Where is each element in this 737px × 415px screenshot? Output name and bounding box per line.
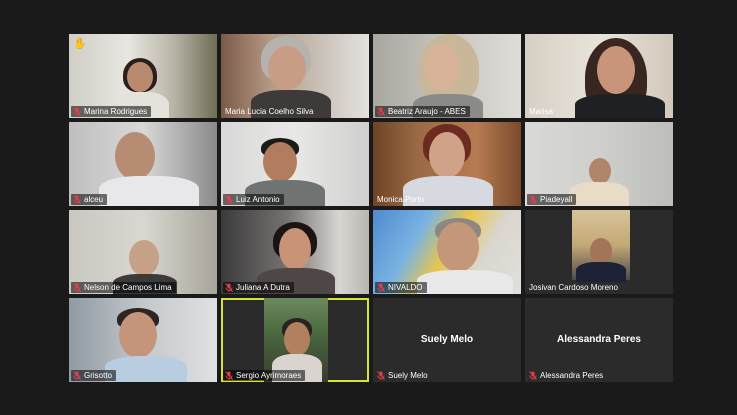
participant-nameplate: Sergio Ayrimoraes bbox=[223, 370, 306, 381]
participant-nameplate: Grisotto bbox=[71, 370, 117, 381]
participant-nameplate: Juliana A Dutra bbox=[223, 282, 294, 293]
video-tile-monica-porto[interactable]: Monica Porto bbox=[373, 122, 521, 206]
video-off-name: Suely Melo bbox=[420, 334, 474, 345]
video-tile-alessandra-peres[interactable]: Alessandra Peres Alessandra Peres bbox=[525, 298, 673, 382]
mic-muted-icon bbox=[73, 195, 81, 204]
participant-nameplate: NIVALDO bbox=[375, 282, 427, 293]
participant-name: Nelson de Campos Lima bbox=[84, 283, 172, 292]
video-tile-josivan[interactable]: Josivan Cardoso Moreno bbox=[525, 210, 673, 294]
gallery-grid: ✋ Marina Rodrigues Maria Lucia Coelho Si… bbox=[69, 34, 675, 382]
participant-name: Alessandra Peres bbox=[540, 371, 604, 380]
participant-name: Monica Porto bbox=[377, 195, 425, 204]
video-tile-juliana[interactable]: Juliana A Dutra bbox=[221, 210, 369, 294]
participant-name: Piadeyall bbox=[540, 195, 573, 204]
participant-name: alceu bbox=[84, 195, 104, 204]
participant-nameplate: Nelson de Campos Lima bbox=[71, 282, 176, 293]
video-tile-suely-melo[interactable]: Suely Melo Suely Melo bbox=[373, 298, 521, 382]
participant-nameplate: Josivan Cardoso Moreno bbox=[527, 282, 622, 293]
video-tile-nivaldo[interactable]: NIVALDO bbox=[373, 210, 521, 294]
mic-muted-icon bbox=[73, 283, 81, 292]
participant-name: Grisotto bbox=[84, 371, 113, 380]
participant-name: Maria Lucia Coelho Silva bbox=[225, 107, 314, 116]
participant-name: Marisa bbox=[529, 107, 554, 116]
video-tile-piadeyall[interactable]: Piadeyall bbox=[525, 122, 673, 206]
participant-name: NIVALDO bbox=[388, 283, 423, 292]
video-frame bbox=[572, 210, 630, 282]
participant-nameplate: Marina Rodrigues bbox=[71, 106, 152, 117]
video-tile-marina-rodrigues[interactable]: ✋ Marina Rodrigues bbox=[69, 34, 217, 118]
mic-muted-icon bbox=[225, 283, 233, 292]
video-tile-alceu[interactable]: alceu bbox=[69, 122, 217, 206]
mic-muted-icon bbox=[377, 283, 385, 292]
video-tile-beatriz-araujo[interactable]: Beatriz Araujo - ABES bbox=[373, 34, 521, 118]
participant-name: Juliana A Dutra bbox=[236, 283, 290, 292]
participant-name: Luiz Antonio bbox=[236, 195, 280, 204]
participant-nameplate: Alessandra Peres bbox=[527, 370, 607, 381]
mic-muted-icon bbox=[529, 195, 537, 204]
participant-nameplate: Maria Lucia Coelho Silva bbox=[223, 106, 318, 117]
participant-nameplate: Suely Melo bbox=[375, 370, 432, 381]
participant-nameplate: Beatriz Araujo - ABES bbox=[375, 106, 470, 117]
participant-nameplate: Piadeyall bbox=[527, 194, 577, 205]
participant-nameplate: Monica Porto bbox=[375, 194, 428, 205]
participant-name: Sergio Ayrimoraes bbox=[236, 371, 302, 380]
participant-name: Suely Melo bbox=[388, 371, 428, 380]
participant-nameplate: Luiz Antonio bbox=[223, 194, 284, 205]
participant-name: Marina Rodrigues bbox=[84, 107, 148, 116]
participant-nameplate: alceu bbox=[71, 194, 108, 205]
mic-muted-icon bbox=[73, 371, 81, 380]
participant-name: Josivan Cardoso Moreno bbox=[529, 283, 618, 292]
video-tile-grisotto[interactable]: Grisotto bbox=[69, 298, 217, 382]
mic-muted-icon bbox=[377, 107, 385, 116]
video-tile-maria-lucia[interactable]: Maria Lucia Coelho Silva bbox=[221, 34, 369, 118]
mic-muted-icon bbox=[73, 107, 81, 116]
participant-nameplate: Marisa bbox=[527, 106, 557, 117]
video-tile-sergio-active-speaker[interactable]: Sergio Ayrimoraes bbox=[221, 298, 369, 382]
video-tile-luiz-antonio[interactable]: Luiz Antonio bbox=[221, 122, 369, 206]
video-tile-nelson[interactable]: Nelson de Campos Lima bbox=[69, 210, 217, 294]
video-tile-marisa[interactable]: Marisa bbox=[525, 34, 673, 118]
mic-muted-icon bbox=[225, 371, 233, 380]
mic-muted-icon bbox=[529, 371, 537, 380]
mic-muted-icon bbox=[225, 195, 233, 204]
raised-hand-icon: ✋ bbox=[73, 38, 87, 50]
participant-name: Beatriz Araujo - ABES bbox=[388, 107, 466, 116]
mic-muted-icon bbox=[377, 371, 385, 380]
video-off-name: Alessandra Peres bbox=[557, 334, 641, 345]
